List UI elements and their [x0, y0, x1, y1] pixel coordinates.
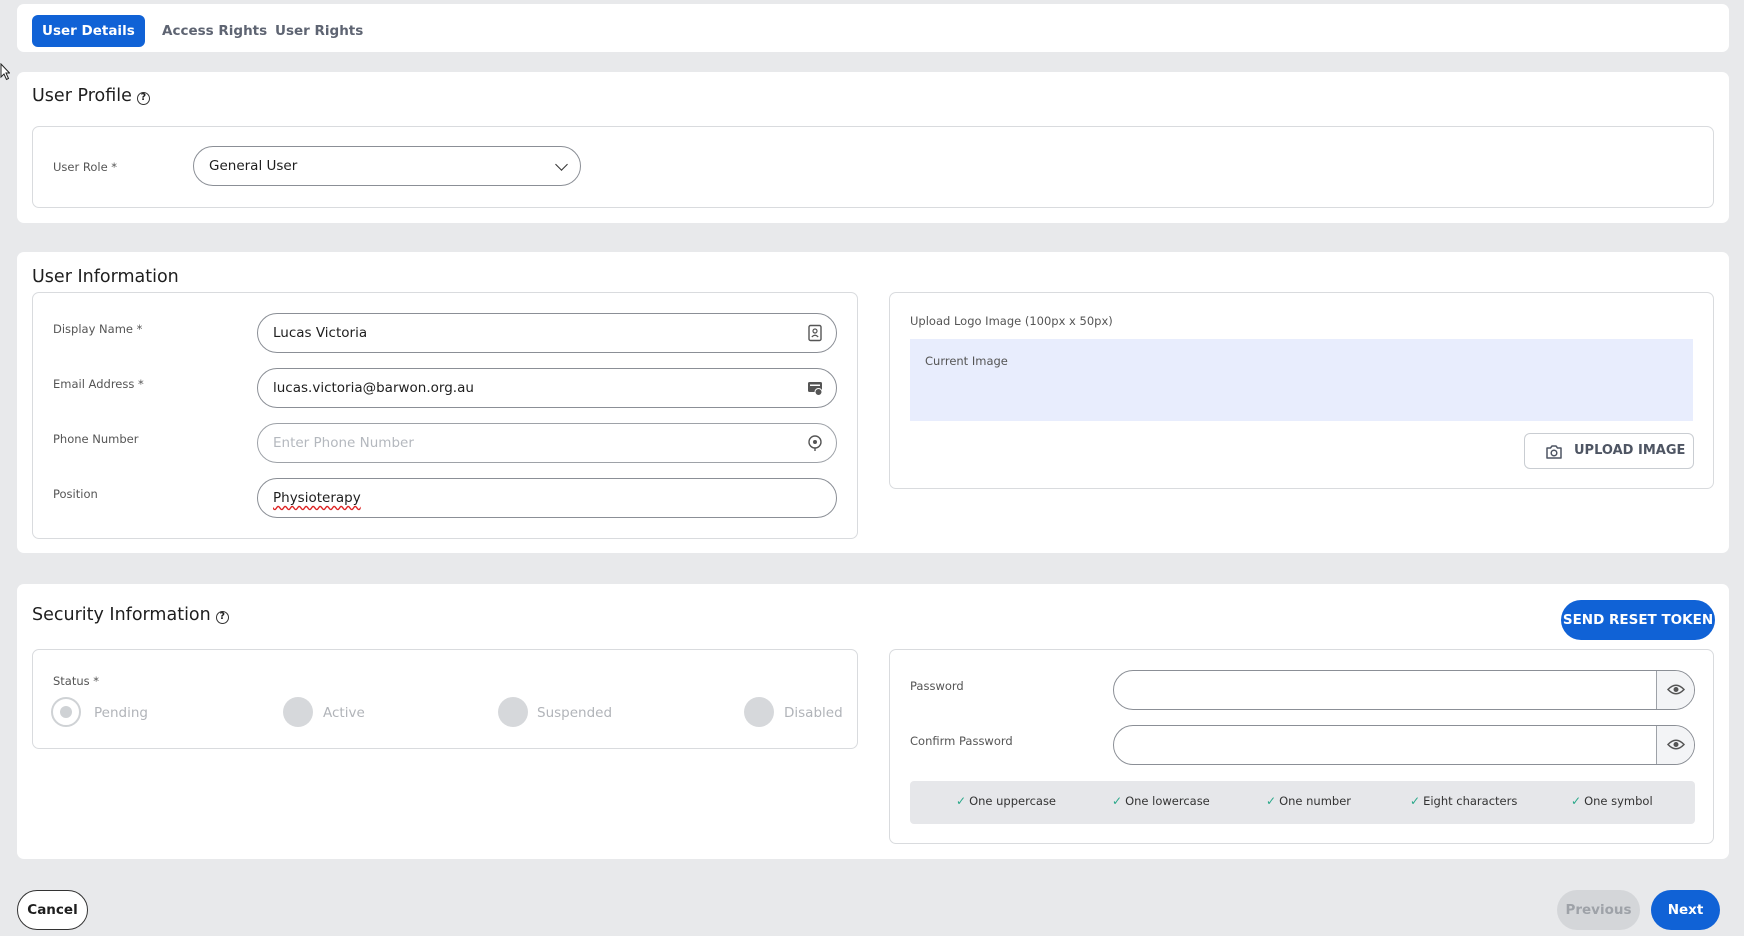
confirm-password-label: Confirm Password	[910, 734, 1013, 748]
eye-icon	[1667, 684, 1685, 695]
email-input[interactable]: lucas.victoria@barwon.org.au	[257, 368, 837, 408]
upload-logo-label: Upload Logo Image (100px x 50px)	[910, 314, 1113, 328]
display-name-label: Display Name *	[53, 322, 143, 336]
status-label: Status *	[53, 674, 100, 688]
eye-icon	[1667, 739, 1685, 750]
confirm-password-input[interactable]	[1113, 725, 1695, 765]
camera-icon	[1546, 445, 1562, 459]
password-panel: Password Confirm Password ✓ One uppercase…	[889, 649, 1714, 844]
display-name-input[interactable]: Lucas Victoria	[257, 313, 837, 353]
upload-image-button[interactable]: UPLOAD IMAGE	[1524, 433, 1694, 469]
user-role-label: User Role *	[53, 160, 118, 174]
rule-number: ✓ One number	[1266, 794, 1352, 808]
current-image-preview: Current Image	[910, 339, 1693, 421]
check-icon: ✓	[1571, 794, 1582, 808]
check-icon: ✓	[1266, 794, 1277, 808]
question-circle-icon[interactable]: ?	[215, 611, 229, 624]
position-label: Position	[53, 487, 98, 501]
user-role-panel: User Role * General User	[32, 126, 1714, 208]
show-password-toggle[interactable]	[1656, 671, 1694, 709]
email-label: Email Address *	[53, 377, 144, 391]
position-input[interactable]: Physioterapy	[257, 478, 837, 518]
show-confirm-password-toggle[interactable]	[1656, 726, 1694, 764]
contact-card-icon	[808, 324, 822, 342]
status-pending-radio[interactable]	[51, 697, 81, 727]
status-suspended-radio[interactable]	[498, 697, 528, 727]
tab-bar: User Details Access Rights User Rights	[17, 4, 1729, 52]
password-rules: ✓ One uppercase ✓ One lowercase ✓ One numbe…	[910, 781, 1695, 824]
status-disabled-radio[interactable]	[744, 697, 774, 727]
previous-button[interactable]: Previous	[1557, 890, 1640, 930]
rule-uppercase: ✓ One uppercase	[956, 794, 1057, 808]
tab-user-rights[interactable]: User Rights	[265, 15, 373, 47]
password-label: Password	[910, 679, 964, 693]
tab-user-details[interactable]: User Details	[32, 15, 145, 47]
send-reset-token-button[interactable]: SEND RESET TOKEN	[1561, 600, 1715, 640]
status-suspended-label: Suspended	[537, 705, 613, 721]
password-input[interactable]	[1113, 670, 1695, 710]
security-information-card: Security Information? SEND RESET TOKEN S…	[17, 584, 1729, 859]
status-pending-label: Pending	[94, 705, 148, 721]
phone-input[interactable]: Enter Phone Number	[257, 423, 837, 463]
user-info-fields-panel: Display Name * Lucas Victoria Email Addr…	[32, 292, 858, 539]
autofill-card-icon	[808, 382, 823, 396]
user-profile-title: User Profile?	[32, 86, 150, 106]
user-role-select[interactable]: General User	[193, 146, 581, 186]
tab-access-rights[interactable]: Access Rights	[152, 15, 277, 47]
upload-image-label: UPLOAD IMAGE	[1574, 443, 1686, 458]
location-pin-icon	[808, 435, 822, 451]
current-image-label: Current Image	[925, 354, 1008, 368]
user-information-card: User Information Display Name * Lucas Vi…	[17, 252, 1729, 553]
phone-label: Phone Number	[53, 432, 139, 446]
mouse-cursor-icon	[0, 63, 10, 81]
rule-lowercase: ✓ One lowercase	[1112, 794, 1210, 808]
rule-symbol: ✓ One symbol	[1571, 794, 1653, 808]
user-information-title: User Information	[32, 267, 179, 287]
user-profile-card: User Profile? User Role * General User	[17, 72, 1729, 223]
next-button[interactable]: Next	[1651, 890, 1720, 930]
upload-logo-panel: Upload Logo Image (100px x 50px) Current…	[889, 292, 1714, 489]
status-active-radio[interactable]	[283, 697, 313, 727]
status-disabled-label: Disabled	[784, 705, 843, 721]
cancel-button[interactable]: Cancel	[17, 890, 88, 930]
security-information-title: Security Information?	[32, 605, 229, 625]
rule-eight-characters: ✓ Eight characters	[1410, 794, 1518, 808]
chevron-down-icon	[555, 158, 568, 171]
check-icon: ✓	[1410, 794, 1421, 808]
check-icon: ✓	[956, 794, 967, 808]
status-active-label: Active	[323, 705, 365, 721]
status-panel: Status * Pending Active Suspended Disabl…	[32, 649, 858, 749]
check-icon: ✓	[1112, 794, 1123, 808]
question-circle-icon[interactable]: ?	[136, 92, 150, 105]
